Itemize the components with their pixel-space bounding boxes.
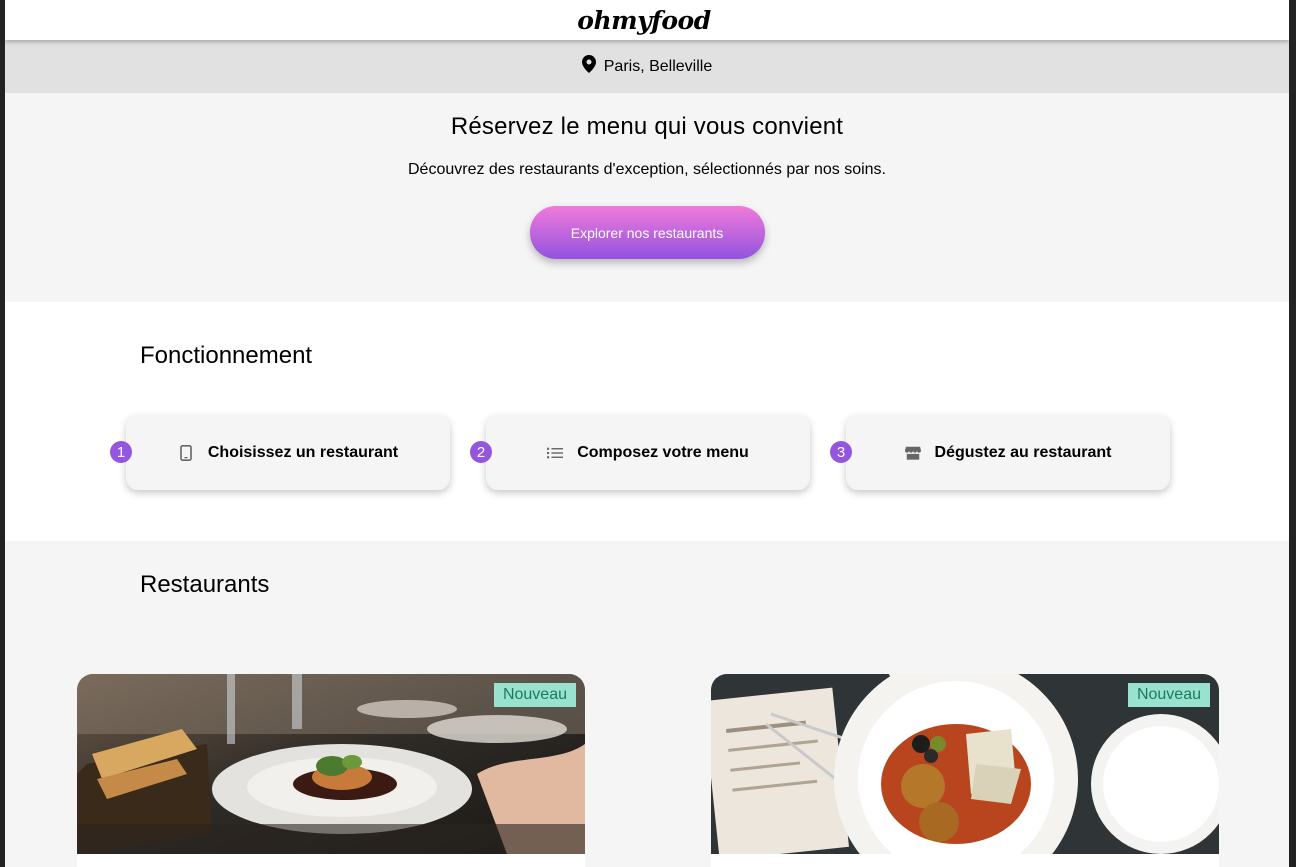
- restaurant-card[interactable]: Nouveau: [77, 674, 585, 867]
- map-pin-icon: [581, 55, 596, 78]
- step-taste-restaurant[interactable]: 3 Dégustez au restaurant: [830, 415, 1170, 490]
- page: ohmyfood Paris, Belleville Réservez le m…: [5, 0, 1289, 867]
- explore-restaurants-button[interactable]: Explorer nos restaurants: [529, 206, 765, 259]
- step-number: 2: [470, 441, 492, 463]
- location-text: Paris, Belleville: [603, 57, 713, 75]
- restaurant-card[interactable]: Nouveau: [711, 674, 1219, 867]
- location-bar: Paris, Belleville: [5, 40, 1289, 93]
- step-label: Choisissez un restaurant: [207, 443, 399, 461]
- logo[interactable]: ohmyfood: [577, 6, 711, 35]
- how-title: Fonctionnement: [140, 342, 313, 369]
- restaurants-title: Restaurants: [140, 571, 270, 598]
- store-icon: [904, 445, 921, 461]
- step-label: Dégustez au restaurant: [934, 443, 1112, 461]
- restaurant-photo: Nouveau: [711, 674, 1219, 854]
- list-icon: [547, 445, 564, 461]
- new-badge: Nouveau: [1127, 683, 1210, 707]
- restaurants-section: Restaurants Nouveau Nouveau: [5, 541, 1289, 867]
- new-badge: Nouveau: [493, 683, 576, 707]
- step-number: 1: [110, 441, 132, 463]
- hero-title: Réservez le menu qui vous convient: [450, 113, 844, 140]
- how-it-works-section: Fonctionnement 1 Choisissez un restauran…: [5, 302, 1289, 541]
- mobile-phone-icon: [178, 444, 194, 461]
- card-body: [77, 854, 585, 867]
- step-choose-restaurant[interactable]: 1 Choisissez un restaurant: [110, 415, 450, 490]
- step-number: 3: [830, 441, 852, 463]
- step-compose-menu[interactable]: 2 Composez votre menu: [470, 415, 810, 490]
- hero-subtitle: Découvrez des restaurants d'exception, s…: [408, 161, 886, 178]
- card-body: [711, 854, 1219, 867]
- step-label: Composez votre menu: [577, 443, 749, 461]
- top-header: ohmyfood: [5, 0, 1289, 40]
- restaurant-photo: Nouveau: [77, 674, 585, 854]
- hero-section: Réservez le menu qui vous convient Décou…: [5, 93, 1289, 302]
